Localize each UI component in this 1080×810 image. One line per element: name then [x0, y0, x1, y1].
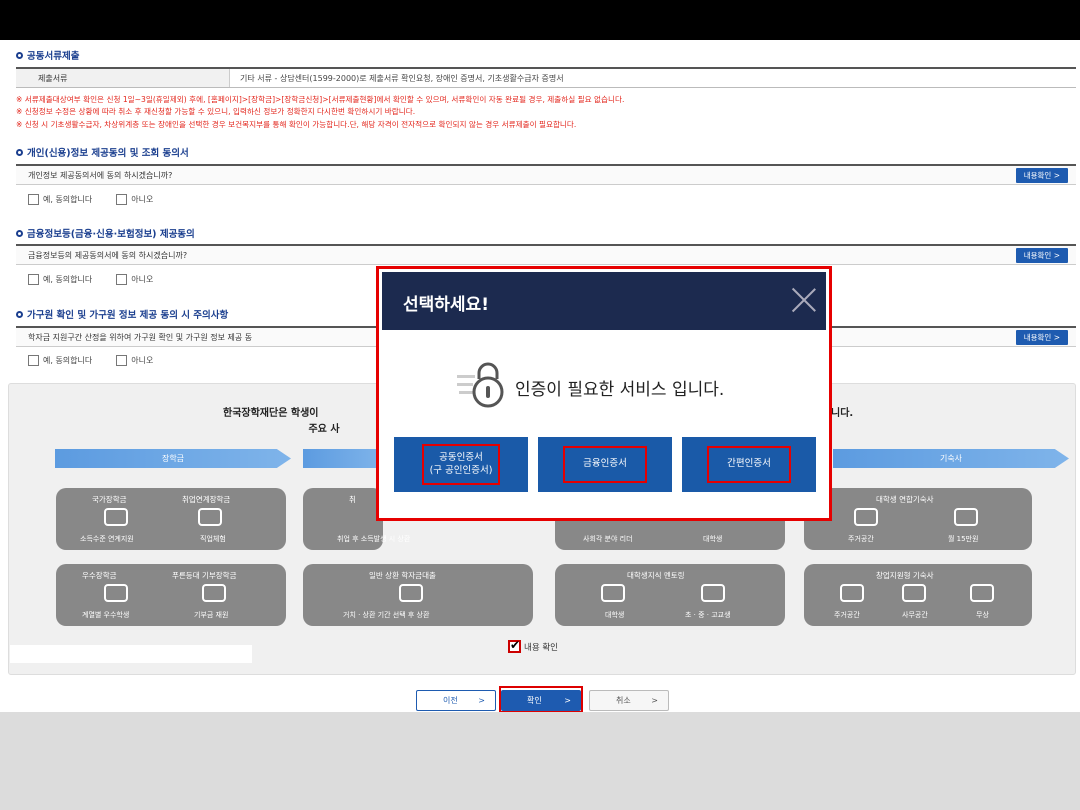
financial-info-yes-option[interactable]: 예, 동의합니다: [28, 274, 92, 285]
close-icon[interactable]: [790, 286, 818, 314]
personal-info-yes-option[interactable]: 예, 동의합니다: [28, 194, 92, 205]
coin-icon: [954, 508, 978, 526]
documents-label: 제출서류: [16, 69, 230, 87]
cancel-button[interactable]: 취소 >: [589, 690, 669, 711]
personal-info-no-option[interactable]: 아니오: [116, 194, 153, 205]
chevron-right-icon: >: [564, 696, 571, 705]
worker-icon: [198, 508, 222, 526]
modal-header: 선택하세요!: [382, 272, 826, 330]
household-question: 학자금 지원구간 산정을 위하여 가구원 확인 및 가구원 정보 제공 동: [28, 332, 253, 342]
checkbox[interactable]: [116, 274, 128, 285]
service-card[interactable]: 국가장학금 취업연계장학금 소득수준 연계지원 직업체험: [56, 488, 286, 550]
house-icon: [840, 584, 864, 602]
financial-info-choices: 예, 동의합니다 아니오: [28, 274, 153, 285]
ok-button[interactable]: 확인 >: [501, 690, 581, 711]
bullet-icon: [16, 229, 23, 237]
financial-info-view-button[interactable]: 내용확인 >: [1015, 247, 1068, 263]
financial-info-no-option[interactable]: 아니오: [116, 274, 153, 285]
handshake-icon: [104, 508, 128, 526]
bullet-icon: [16, 148, 23, 156]
modal-title: 선택하세요!: [403, 295, 489, 315]
notice-3: ※ 신청 시 기초생활수급자, 차상위계층 또는 장애인을 선택한 경우 보건복…: [16, 120, 577, 129]
service-card[interactable]: 대학생지식 멘토링 대학생 초 · 중 · 고교생: [555, 564, 785, 626]
coin-icon: [970, 584, 994, 602]
service-card[interactable]: 우수장학금 푸른등대 기부장학금 계열별 우수학생 기부금 재원: [56, 564, 286, 626]
personal-info-question: 개인정보 제공동의서에 동의 하시겠습니까?: [28, 170, 173, 180]
household-view-button[interactable]: 내용확인 >: [1015, 329, 1068, 345]
top-bar: [0, 0, 1080, 40]
chevron-right-icon: >: [651, 696, 658, 705]
checkbox[interactable]: [116, 194, 128, 205]
content-confirm-checkbox[interactable]: 내용 확인: [508, 638, 558, 653]
household-choices: 예, 동의합니다 아니오: [28, 355, 153, 366]
chevron-right-icon: >: [478, 696, 485, 705]
checkbox[interactable]: [28, 355, 39, 366]
checkbox[interactable]: [116, 355, 128, 366]
notice-2: ※ 신청정보 수정은 상황에 따라 취소 후 재신청할 가능할 수 있으니, 입…: [16, 107, 416, 116]
empty-field: [10, 645, 252, 663]
financial-info-question: 금융정보등의 제공동의서에 동의 하시겠습니까?: [28, 250, 188, 260]
personal-info-title: 개인(신용)정보 제공동의 및 조회 동의서: [16, 145, 189, 159]
modal-message: 인증이 필요한 서비스 입니다.: [515, 380, 725, 400]
personal-info-choices: 예, 동의합니다 아니오: [28, 194, 153, 205]
personal-info-question-row: 개인정보 제공동의서에 동의 하시겠습니까? 내용확인 >: [16, 164, 1076, 185]
service-card[interactable]: 창업지원형 기숙사 주거공간 사무공간 무상: [804, 564, 1032, 626]
household-no-option[interactable]: 아니오: [116, 355, 153, 366]
prev-button[interactable]: 이전 >: [416, 690, 496, 711]
lock-icon: [457, 362, 504, 408]
checkbox-checked[interactable]: [508, 638, 521, 653]
checkbox[interactable]: [28, 274, 39, 285]
graduation-cap-icon: [104, 584, 128, 602]
banner-scholarship: 장학금: [55, 449, 291, 468]
service-card[interactable]: 대학생 연합기숙사 주거공간 월 15만원: [804, 488, 1032, 550]
bullet-icon: [16, 51, 23, 59]
mentor-icon: [601, 584, 625, 602]
house-icon: [854, 508, 878, 526]
documents-section-title: 공동서류제출: [16, 48, 79, 62]
documents-table: 제출서류 기타 서류 - 상담센터(1599-2000)로 제출서류 확인요청,…: [16, 67, 1076, 88]
household-yes-option[interactable]: 예, 동의합니다: [28, 355, 92, 366]
joint-certificate-button[interactable]: 공동인증서 (구 공인인증서): [394, 437, 528, 492]
footer-area: [0, 712, 1080, 810]
service-card[interactable]: 일반 상환 학자금대출 거치 · 상환 기간 선택 후 상환: [303, 564, 533, 626]
simple-certificate-button[interactable]: 간편인증서: [682, 437, 816, 492]
documents-value: 기타 서류 - 상담센터(1599-2000)로 제출서류 확인요청, 장애인 …: [240, 73, 564, 83]
auth-select-modal: 선택하세요! 인증이 필요한 서비스 입니다. 공동인증서 (구 공인인증서) …: [376, 266, 832, 521]
bullet-icon: [16, 310, 23, 318]
notice-1: ※ 서류제출대상여부 확인은 신청 1일~3일(휴일제외) 후에, [홈페이지]…: [16, 95, 625, 104]
financial-info-question-row: 금융정보등의 제공동의서에 동의 하시겠습니까? 내용확인 >: [16, 244, 1076, 265]
service-card[interactable]: 취 취업 후 소득발생 시 상환: [303, 488, 410, 550]
lighthouse-icon: [202, 584, 226, 602]
banner-loan: [303, 449, 383, 468]
financial-info-title: 금융정보등(금융·신용·보험정보) 제공동의: [16, 226, 195, 240]
worker-icon: [902, 584, 926, 602]
checkbox[interactable]: [28, 194, 39, 205]
household-title: 가구원 확인 및 가구원 정보 제공 동의 시 주의사항: [16, 307, 228, 321]
banner-dormitory: 기숙사: [833, 449, 1069, 468]
personal-info-view-button[interactable]: 내용확인 >: [1015, 167, 1068, 183]
calendar-icon: [399, 584, 423, 602]
financial-certificate-button[interactable]: 금융인증서: [538, 437, 672, 492]
students-icon: [701, 584, 725, 602]
